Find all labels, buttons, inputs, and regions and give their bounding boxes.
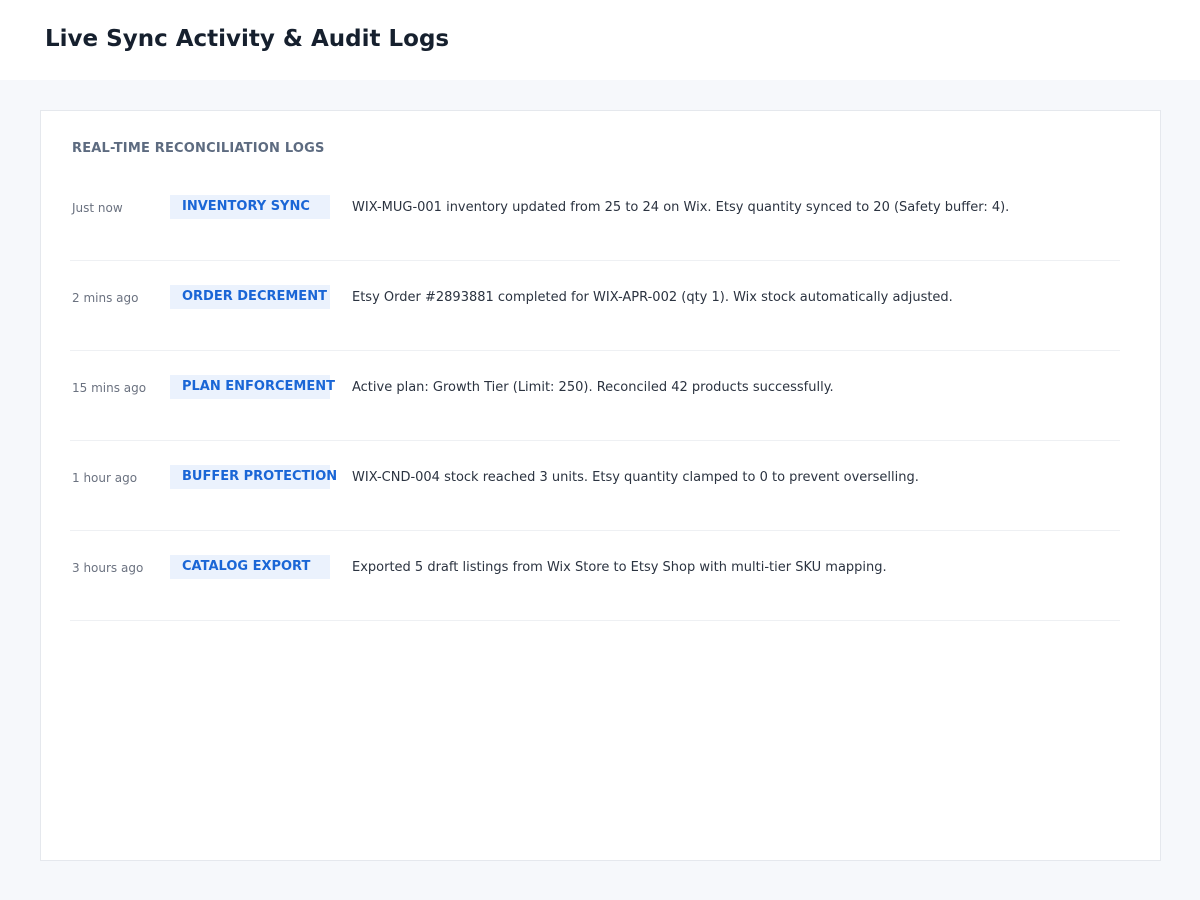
log-timestamp: 2 mins ago — [72, 291, 139, 305]
log-type-badge: CATALOG EXPORT — [170, 555, 330, 579]
page-title: Live Sync Activity & Audit Logs — [45, 26, 450, 52]
log-list: Just now INVENTORY SYNC WIX-MUG-001 inve… — [70, 171, 1120, 621]
log-entry: 3 hours ago CATALOG EXPORT Exported 5 dr… — [70, 531, 1120, 621]
log-entry: 1 hour ago BUFFER PROTECTION WIX-CND-004… — [70, 441, 1120, 531]
log-message: Etsy Order #2893881 completed for WIX-AP… — [352, 290, 953, 305]
log-entry: Just now INVENTORY SYNC WIX-MUG-001 inve… — [70, 171, 1120, 261]
log-timestamp: Just now — [72, 201, 123, 215]
log-message: Exported 5 draft listings from Wix Store… — [352, 560, 887, 575]
log-type-badge: BUFFER PROTECTION — [170, 465, 337, 489]
log-message: WIX-MUG-001 inventory updated from 25 to… — [352, 200, 1010, 215]
log-type-badge: INVENTORY SYNC — [170, 195, 330, 219]
log-timestamp: 3 hours ago — [72, 561, 144, 575]
log-message: WIX-CND-004 stock reached 3 units. Etsy … — [352, 470, 919, 485]
log-type-badge: PLAN ENFORCEMENT — [170, 375, 335, 399]
section-label: REAL-TIME RECONCILIATION LOGS — [72, 141, 325, 156]
log-timestamp: 15 mins ago — [72, 381, 147, 395]
log-entry: 15 mins ago PLAN ENFORCEMENT Active plan… — [70, 351, 1120, 441]
log-timestamp: 1 hour ago — [72, 471, 138, 485]
log-type-badge: ORDER DECREMENT — [170, 285, 330, 309]
log-entry: 2 mins ago ORDER DECREMENT Etsy Order #2… — [70, 261, 1120, 351]
top-header: Live Sync Activity & Audit Logs — [0, 0, 1200, 80]
reconciliation-logs-panel: REAL-TIME RECONCILIATION LOGS Just now I… — [40, 110, 1161, 861]
log-message: Active plan: Growth Tier (Limit: 250). R… — [352, 380, 834, 395]
